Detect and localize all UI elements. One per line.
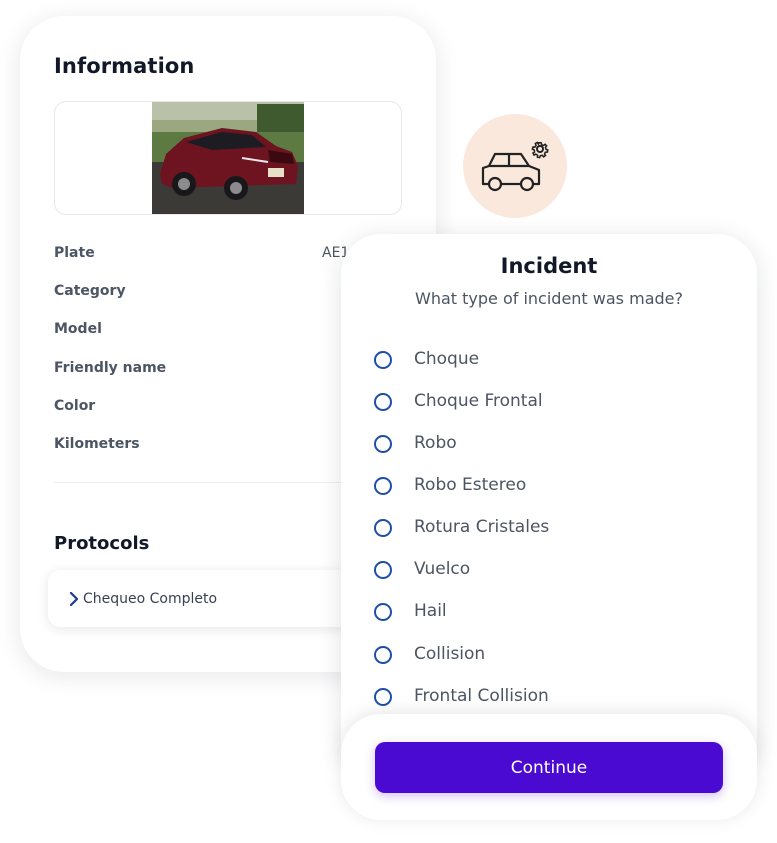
attribute-label: Kilometers — [54, 436, 140, 452]
option-label: Hail — [414, 601, 447, 621]
incident-option-rotura-cristales[interactable]: Rotura Cristales — [374, 513, 734, 543]
incident-option-frontal-collision[interactable]: Frontal Collision — [374, 682, 734, 712]
protocol-label: Chequeo Completo — [83, 591, 218, 607]
incident-option-choque[interactable]: Choque — [374, 345, 734, 375]
car-gear-icon-glyph — [481, 141, 549, 192]
radio-button[interactable] — [374, 351, 392, 369]
option-label: Robo — [414, 433, 457, 453]
incident-option-vuelco[interactable]: Vuelco — [374, 555, 734, 585]
radio-button[interactable] — [374, 435, 392, 453]
option-label: Collision — [414, 644, 486, 664]
option-label: Robo Estereo — [414, 475, 527, 495]
car-gear-icon — [463, 114, 567, 218]
incident-option-hail[interactable]: Hail — [374, 597, 734, 627]
option-label: Frontal Collision — [414, 686, 549, 706]
vehicle-photo — [152, 102, 304, 214]
radio-button[interactable] — [374, 646, 392, 664]
incident-option-choque-frontal[interactable]: Choque Frontal — [374, 387, 734, 417]
chevron-right-icon — [69, 592, 79, 606]
option-label: Choque Frontal — [414, 391, 543, 411]
radio-button[interactable] — [374, 519, 392, 537]
attribute-label: Category — [54, 283, 126, 299]
protocols-title: Protocols — [54, 533, 150, 554]
information-title: Information — [54, 54, 195, 78]
radio-button[interactable] — [374, 561, 392, 579]
option-label: Rotura Cristales — [414, 517, 550, 537]
radio-button[interactable] — [374, 603, 392, 621]
incident-option-robo[interactable]: Robo — [374, 429, 734, 459]
incident-footer: Continue — [341, 714, 757, 820]
attribute-label: Plate — [54, 245, 95, 261]
option-label: Choque — [414, 349, 480, 369]
incident-option-collision[interactable]: Collision — [374, 640, 734, 670]
vehicle-photo-frame — [54, 101, 402, 215]
attribute-label: Model — [54, 321, 102, 337]
attribute-label: Friendly name — [54, 360, 167, 376]
incident-subtitle: What type of incident was made? — [415, 289, 683, 308]
radio-button[interactable] — [374, 477, 392, 495]
incident-title: Incident — [500, 254, 598, 278]
radio-button[interactable] — [374, 688, 392, 706]
incident-card: Incident What type of incident was made?… — [341, 234, 757, 754]
option-label: Vuelco — [414, 559, 471, 579]
continue-button[interactable]: Continue — [375, 742, 723, 793]
incident-option-robo-estereo[interactable]: Robo Estereo — [374, 471, 734, 501]
radio-button[interactable] — [374, 393, 392, 411]
attribute-label: Color — [54, 398, 96, 414]
